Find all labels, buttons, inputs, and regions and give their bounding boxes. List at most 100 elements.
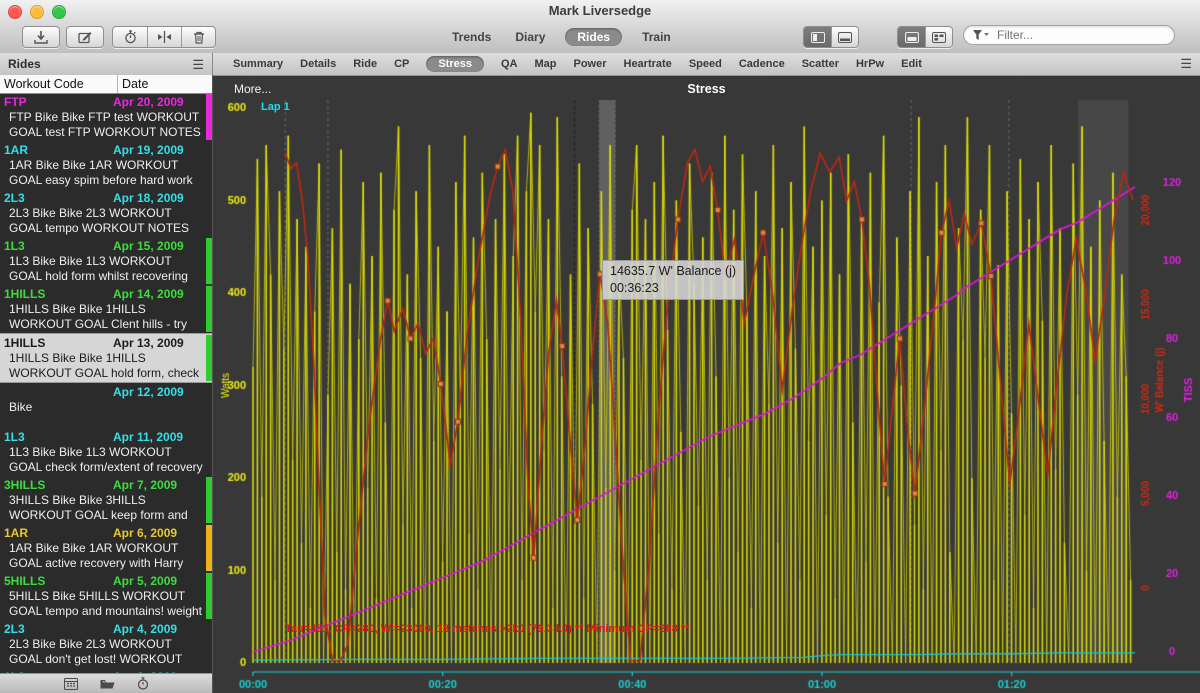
sidebar-menu-icon[interactable]: ☰ xyxy=(192,58,204,71)
ride-description: 3HILLS Bike Bike 3HILLS WORKOUT GOAL kee… xyxy=(4,493,205,523)
tooltip-time: 00:36:23 xyxy=(610,280,736,297)
ride-description: 1L3 Bike Bike 1L3 WORKOUT GOAL hold form… xyxy=(4,254,205,284)
folder-icon[interactable] xyxy=(100,678,115,690)
ride-code: 2L3 xyxy=(4,622,113,637)
ride-code xyxy=(4,385,113,400)
ride-description: 1AR Bike Bike 1AR WORKOUT GOAL easy spim… xyxy=(4,158,205,188)
stopwatch-icon[interactable] xyxy=(137,677,149,690)
column-header-workout-code[interactable]: Workout Code xyxy=(0,75,118,93)
lap-marker-label: Lap 1 xyxy=(261,101,290,113)
chart-tab-edit[interactable]: Edit xyxy=(901,58,922,70)
ride-description: Bike xyxy=(4,400,205,415)
ride-description: 2L3 Bike Bike 2L3 WORKOUT GOAL tempo WOR… xyxy=(4,206,205,236)
sidebar-title: Rides xyxy=(8,57,41,71)
ride-list-column-headers: Workout Code Date xyxy=(0,75,212,94)
ride-code: 5HILLS xyxy=(4,574,113,589)
stress-chart-canvas[interactable] xyxy=(213,75,1200,693)
chart-tab-stress[interactable]: Stress xyxy=(426,56,484,72)
ride-list-item[interactable]: 3HILLSApr 7, 20093HILLS Bike Bike 3HILLS… xyxy=(0,476,212,524)
ride-date: Apr 12, 2009 xyxy=(113,385,204,400)
chart-annotation: Tau=451, CP=280, W'=23000, 18 matches >2… xyxy=(285,623,689,635)
chart-tab-power[interactable]: Power xyxy=(573,58,606,70)
view-tab-rides[interactable]: Rides xyxy=(565,28,622,46)
chart-tab-details[interactable]: Details xyxy=(300,58,336,70)
tooltip-value: 14635.7 W' Balance (j) xyxy=(610,263,736,280)
filter-funnel-icon[interactable] xyxy=(972,29,990,41)
ride-list-item[interactable]: 1L3Apr 15, 20091L3 Bike Bike 1L3 WORKOUT… xyxy=(0,237,212,285)
chart-tab-cadence[interactable]: Cadence xyxy=(739,58,785,70)
ride-list-item[interactable]: 2L3Apr 4, 20092L3 Bike Bike 2L3 WORKOUT … xyxy=(0,620,212,668)
chart-tooltip: 14635.7 W' Balance (j) 00:36:23 xyxy=(602,260,744,300)
ride-date: Apr 13, 2009 xyxy=(113,336,204,351)
tiled-view-button[interactable] xyxy=(925,27,952,47)
single-view-button[interactable] xyxy=(898,27,925,47)
ride-list: FTPApr 20, 2009FTP Bike Bike FTP test WO… xyxy=(0,93,212,674)
download-button[interactable] xyxy=(22,26,60,48)
view-tabs: Trends Diary Rides Train xyxy=(448,28,675,46)
ride-date: Apr 7, 2009 xyxy=(113,478,204,493)
bottombar-toggle-icon xyxy=(838,32,852,43)
window-title: Mark Liversedge xyxy=(0,3,1200,18)
chart-tab-heartrate[interactable]: Heartrate xyxy=(624,58,672,70)
chart-tabs: Summary Details Ride CP Stress QA Map Power Hear… xyxy=(213,53,1200,75)
single-view-icon xyxy=(905,32,919,43)
ride-color-bar xyxy=(206,525,212,571)
chart-title: Stress xyxy=(213,82,1200,96)
ride-code: 1L3 xyxy=(4,239,113,254)
ride-list-item[interactable]: 5HILLSApr 5, 20095HILLS Bike 5HILLS WORK… xyxy=(0,572,212,620)
ride-list-item[interactable]: 2L3Apr 18, 20092L3 Bike Bike 2L3 WORKOUT… xyxy=(0,189,212,237)
filter-field xyxy=(963,25,1175,45)
chart-tab-cp[interactable]: CP xyxy=(394,58,409,70)
ride-list-item[interactable]: 1HILLSApr 13, 20091HILLS Bike Bike 1HILL… xyxy=(0,333,212,383)
ride-list-item[interactable]: 1ARApr 6, 20091AR Bike Bike 1AR WORKOUT … xyxy=(0,524,212,572)
calendar-icon[interactable] xyxy=(64,678,78,690)
sidebar-header: Rides ☰ xyxy=(0,53,213,75)
ride-date: Apr 19, 2009 xyxy=(113,143,204,158)
chart-tab-ride[interactable]: Ride xyxy=(353,58,377,70)
ride-list-item[interactable]: 1HILLSApr 14, 20091HILLS Bike Bike 1HILL… xyxy=(0,285,212,333)
split-button[interactable] xyxy=(147,27,181,47)
ride-code: 1L3 xyxy=(4,430,113,445)
chart-tab-qa[interactable]: QA xyxy=(501,58,518,70)
ride-description: 1HILLS Bike Bike 1HILLS WORKOUT GOAL Cle… xyxy=(4,302,205,332)
sidebar-footer xyxy=(0,673,212,693)
view-tab-train[interactable]: Train xyxy=(638,28,675,46)
ride-list-item[interactable]: Apr 12, 2009Bike xyxy=(0,383,212,428)
chart-tab-map[interactable]: Map xyxy=(534,58,556,70)
ride-list-item[interactable]: 1ARApr 19, 20091AR Bike Bike 1AR WORKOUT… xyxy=(0,141,212,189)
ride-code: FTP xyxy=(4,95,113,110)
ride-code: 1AR xyxy=(4,526,113,541)
ride-description: 5HILLS Bike 5HILLS WORKOUT GOAL tempo an… xyxy=(4,589,205,619)
ride-list-item[interactable]: FTPApr 20, 2009FTP Bike Bike FTP test WO… xyxy=(0,93,212,141)
ride-date: Apr 5, 2009 xyxy=(113,574,204,589)
chart-tab-summary[interactable]: Summary xyxy=(233,58,283,70)
chart-tab-speed[interactable]: Speed xyxy=(689,58,722,70)
bottombar-toggle-button[interactable] xyxy=(831,27,858,47)
chart-tab-hrpw[interactable]: HrPw xyxy=(856,58,884,70)
chart-menu-icon[interactable]: ☰ xyxy=(1180,57,1192,70)
view-tab-diary[interactable]: Diary xyxy=(511,28,549,46)
ride-color-bar xyxy=(206,335,212,381)
rides-sidebar: Workout Code Date FTPApr 20, 2009FTP Bik… xyxy=(0,75,213,693)
view-tab-trends[interactable]: Trends xyxy=(448,28,495,46)
filter-input[interactable] xyxy=(995,27,1166,43)
ride-color-bar xyxy=(206,238,212,284)
chart-tab-scatter[interactable]: Scatter xyxy=(802,58,839,70)
ride-date: Apr 15, 2009 xyxy=(113,239,204,254)
delete-button[interactable] xyxy=(181,27,215,47)
interval-button[interactable] xyxy=(113,27,147,47)
ride-code: 1HILLS xyxy=(4,287,113,302)
sidebar-toggle-button[interactable] xyxy=(804,27,831,47)
layout-toggles-group xyxy=(897,26,953,48)
trash-icon xyxy=(193,31,205,44)
ride-list-item[interactable]: 1L3Apr 11, 20091L3 Bike Bike 1L3 WORKOUT… xyxy=(0,428,212,476)
ride-code: 1HILLS xyxy=(4,336,113,351)
ride-code: 3HILLS xyxy=(4,478,113,493)
ride-date: Apr 14, 2009 xyxy=(113,287,204,302)
ride-code: 2L3 xyxy=(4,191,113,206)
edit-button[interactable] xyxy=(66,26,104,48)
ride-description: 1L3 Bike Bike 1L3 WORKOUT GOAL check for… xyxy=(4,445,205,475)
panel-toggles-group xyxy=(803,26,859,48)
ride-code: 1AR xyxy=(4,143,113,158)
column-header-date[interactable]: Date xyxy=(118,75,212,93)
